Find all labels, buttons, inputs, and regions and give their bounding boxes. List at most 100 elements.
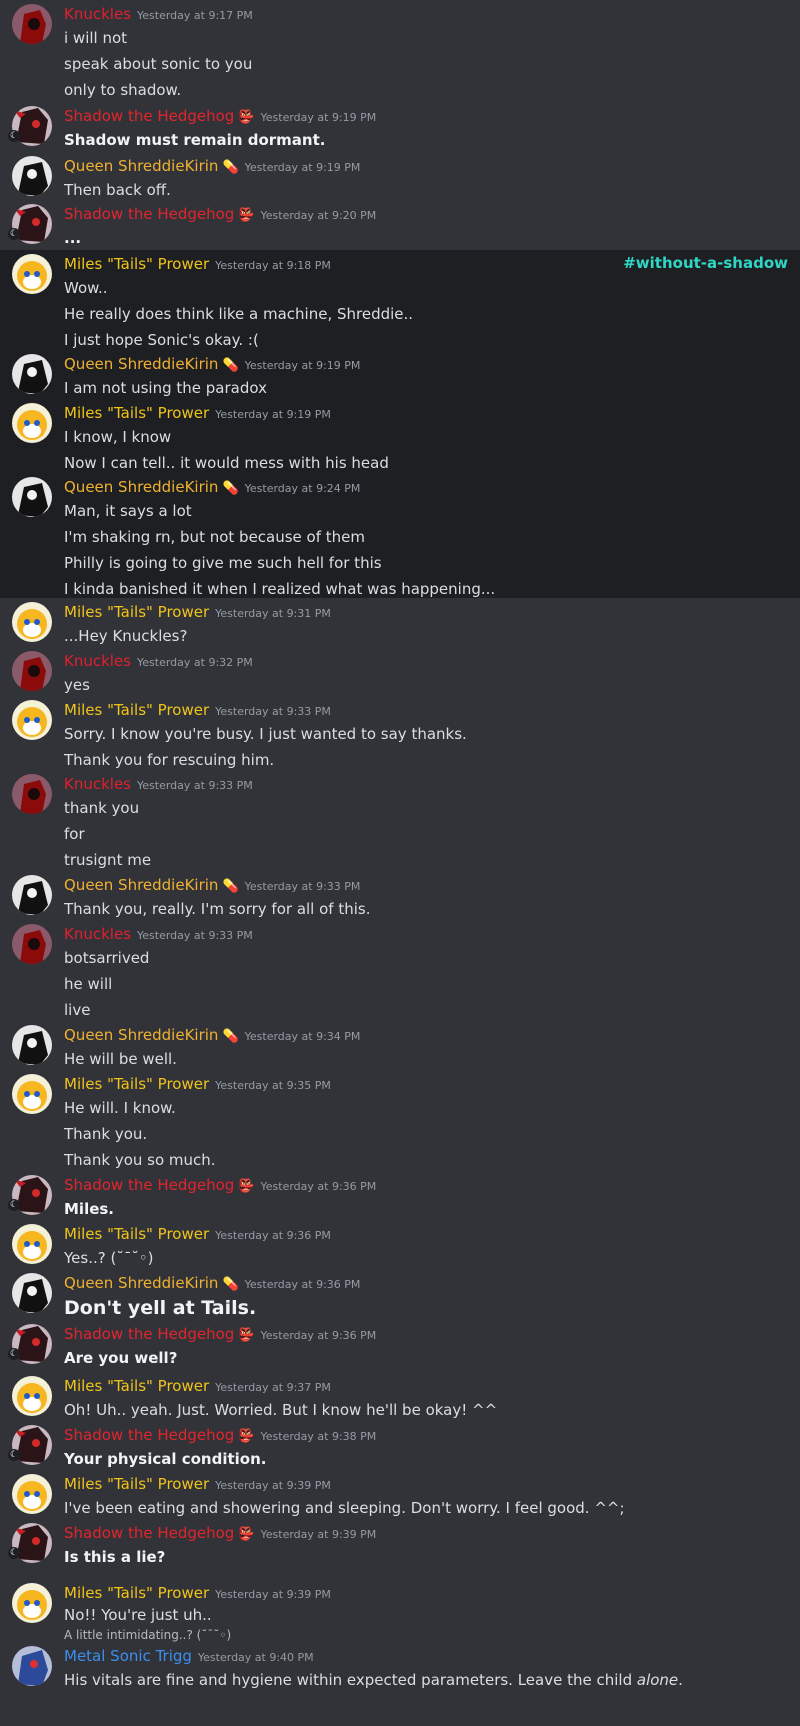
role-icon: 👺	[238, 110, 255, 125]
author-name[interactable]: Queen ShreddieKirin	[64, 355, 218, 373]
avatar[interactable]	[12, 1376, 52, 1416]
author-name[interactable]: Miles "Tails" Prower	[64, 404, 209, 422]
message-text: Sorry. I know you're busy. I just wanted…	[64, 725, 467, 743]
message: Miles "Tails" Prower Yesterday at 9:36 PM…	[0, 1220, 800, 1269]
author-name[interactable]: Metal Sonic Trigg	[64, 1647, 192, 1665]
avatar[interactable]	[12, 1025, 52, 1065]
status-icon: ☾	[8, 228, 20, 240]
avatar[interactable]	[12, 156, 52, 196]
timestamp: Yesterday at 9:40 PM	[197, 1651, 314, 1664]
message-text: Miles.	[64, 1200, 115, 1218]
message-text: I know, I know	[64, 428, 172, 446]
timestamp: Yesterday at 9:36 PM	[244, 1278, 361, 1291]
message: Queen ShreddieKirin 💊 Yesterday at 9:19 PM…	[0, 152, 800, 200]
author-name[interactable]: Miles "Tails" Prower	[64, 1225, 209, 1243]
timestamp: Yesterday at 9:20 PM	[260, 209, 377, 222]
author-name[interactable]: Queen ShreddieKirin	[64, 1274, 218, 1292]
role-icon: 👺	[238, 1328, 255, 1343]
message: Queen ShreddieKirin 💊 Yesterday at 9:36 PM…	[0, 1269, 800, 1320]
message-text-part: His vitals are fine and hygiene within e…	[64, 1671, 637, 1689]
message: ☾ Shadow the Hedgehog 👺 Yesterday at 9:36 …	[0, 1171, 800, 1220]
message: Miles "Tails" Prower Yesterday at 9:35 PM…	[0, 1070, 800, 1171]
avatar[interactable]	[12, 774, 52, 814]
message-text: thank you	[64, 799, 140, 817]
avatar[interactable]	[12, 1646, 52, 1686]
author-name[interactable]: Shadow the Hedgehog	[64, 1426, 234, 1444]
author-name[interactable]: Miles "Tails" Prower	[64, 701, 209, 719]
author-name[interactable]: Miles "Tails" Prower	[64, 1584, 209, 1602]
author-name[interactable]: Miles "Tails" Prower	[64, 603, 209, 621]
timestamp: Yesterday at 9:37 PM	[215, 1381, 331, 1394]
message-text: He will be well.	[64, 1050, 177, 1068]
message-text: speak about sonic to you	[64, 55, 253, 73]
author-name[interactable]: Miles "Tails" Prower	[64, 1377, 209, 1395]
avatar[interactable]	[12, 651, 52, 691]
role-icon: 👺	[238, 208, 255, 223]
role-icon: 👺	[238, 1429, 255, 1444]
author-name[interactable]: Miles "Tails" Prower	[64, 1475, 209, 1493]
author-name[interactable]: Knuckles	[64, 925, 131, 943]
author-name[interactable]: Shadow the Hedgehog	[64, 1524, 234, 1542]
timestamp: Yesterday at 9:35 PM	[215, 1079, 331, 1092]
message-text: Is this a lie?	[64, 1548, 166, 1566]
author-name[interactable]: Knuckles	[64, 652, 131, 670]
avatar[interactable]	[12, 1074, 52, 1114]
timestamp: Yesterday at 9:24 PM	[244, 482, 361, 495]
author-name[interactable]: Queen ShreddieKirin	[64, 1026, 218, 1044]
avatar[interactable]	[12, 4, 52, 44]
message-text: only to shadow.	[64, 81, 182, 99]
message: Miles "Tails" Prower Yesterday at 9:19 PM…	[0, 399, 800, 473]
avatar[interactable]	[12, 924, 52, 964]
avatar[interactable]	[12, 477, 52, 517]
author-name[interactable]: Miles "Tails" Prower	[64, 1075, 209, 1093]
message-text: He will. I know.	[64, 1099, 176, 1117]
pill-icon: 💊	[222, 481, 239, 496]
message-text: live	[64, 1001, 91, 1019]
avatar[interactable]	[12, 700, 52, 740]
author-name[interactable]: Queen ShreddieKirin	[64, 478, 218, 496]
message-text: ...	[64, 229, 82, 247]
timestamp: Yesterday at 9:34 PM	[244, 1030, 361, 1043]
chat-log: Knuckles Yesterday at 9:17 PM i will not …	[0, 0, 800, 1692]
message-text-emphasis: alone	[636, 1671, 679, 1689]
message-text: He really does think like a machine, Shr…	[64, 305, 414, 323]
timestamp: Yesterday at 9:31 PM	[215, 607, 331, 620]
avatar[interactable]	[12, 354, 52, 394]
avatar[interactable]	[12, 1273, 52, 1313]
message: Metal Sonic Trigg Yesterday at 9:40 PM Hi…	[0, 1642, 800, 1692]
message: Miles "Tails" Prower Yesterday at 9:18 PM…	[0, 250, 800, 350]
author-name[interactable]: Shadow the Hedgehog	[64, 1325, 234, 1343]
message-text: trusignt me	[64, 851, 152, 869]
message: Knuckles Yesterday at 9:32 PM yes	[0, 647, 800, 696]
avatar[interactable]	[12, 1583, 52, 1623]
status-icon: ☾	[8, 130, 20, 142]
author-name[interactable]: Shadow the Hedgehog	[64, 1176, 234, 1194]
message-text: Yes..? (˘¯˘◦)	[64, 1249, 154, 1267]
avatar[interactable]	[12, 1224, 52, 1264]
timestamp: Yesterday at 9:32 PM	[137, 656, 253, 669]
avatar[interactable]	[12, 602, 52, 642]
author-name[interactable]: Miles "Tails" Prower	[64, 255, 209, 273]
message: Queen ShreddieKirin 💊 Yesterday at 9:24 PM…	[0, 473, 800, 598]
avatar[interactable]	[12, 875, 52, 915]
author-name[interactable]: Knuckles	[64, 775, 131, 793]
message: ☾ Shadow the Hedgehog 👺 Yesterday at 9:39 …	[0, 1519, 800, 1579]
timestamp: Yesterday at 9:19 PM	[244, 359, 361, 372]
author-name[interactable]: Queen ShreddieKirin	[64, 876, 218, 894]
timestamp: Yesterday at 9:19 PM	[215, 408, 331, 421]
avatar[interactable]	[12, 254, 52, 294]
message-text: I am not using the paradox	[64, 379, 267, 397]
message-text: yes	[64, 676, 90, 694]
author-name[interactable]: Shadow the Hedgehog	[64, 205, 234, 223]
timestamp: Yesterday at 9:36 PM	[215, 1229, 331, 1242]
status-icon: ☾	[8, 1199, 20, 1211]
author-name[interactable]: Knuckles	[64, 5, 131, 23]
message-text: His vitals are fine and hygiene within e…	[64, 1667, 784, 1693]
author-name[interactable]: Queen ShreddieKirin	[64, 157, 218, 175]
message-text: Are you well?	[64, 1349, 178, 1367]
message-text: botsarrived	[64, 949, 150, 967]
message: Miles "Tails" Prower Yesterday at 9:39 PM…	[0, 1579, 800, 1642]
avatar[interactable]	[12, 403, 52, 443]
avatar[interactable]	[12, 1474, 52, 1514]
author-name[interactable]: Shadow the Hedgehog	[64, 107, 234, 125]
